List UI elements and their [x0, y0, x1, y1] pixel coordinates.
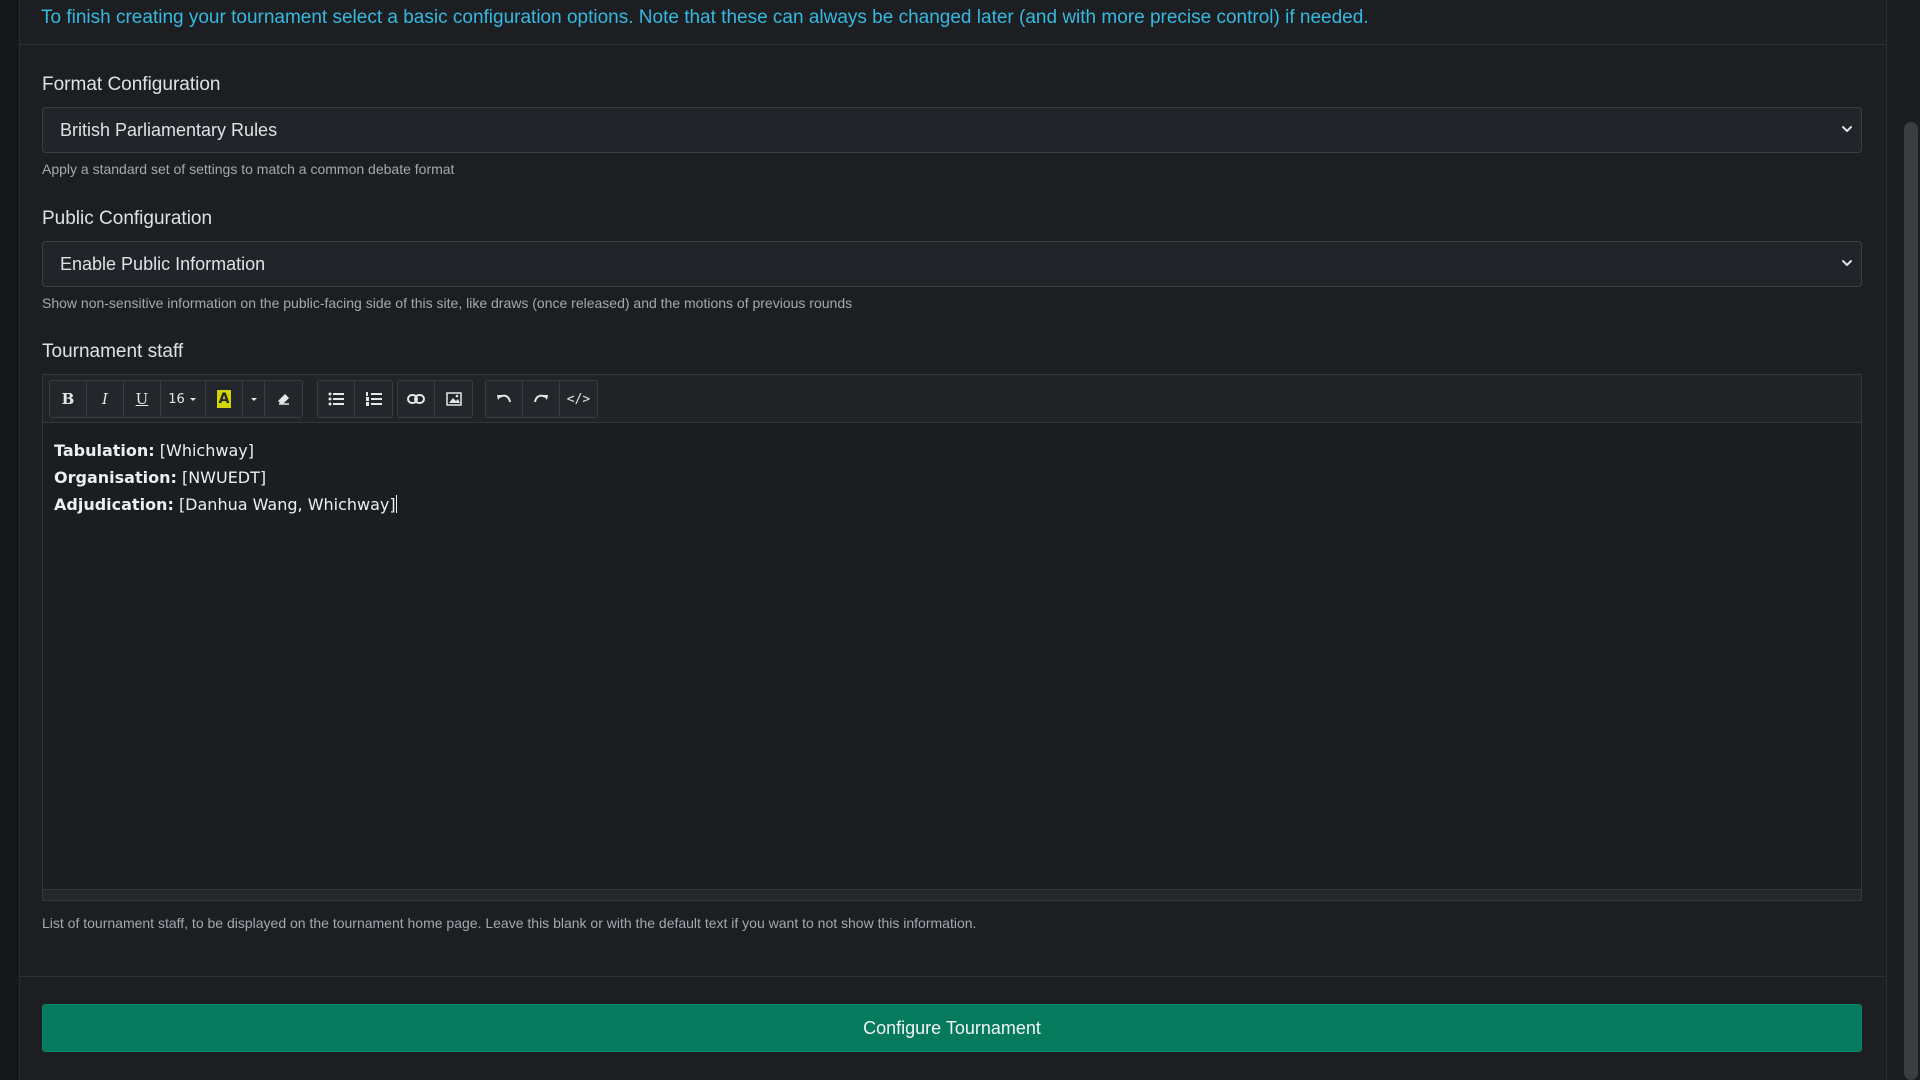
undo-button[interactable]	[486, 381, 523, 417]
numbered-list-button[interactable]	[355, 381, 392, 417]
toolbar-group-insert	[397, 380, 473, 418]
toolbar-group-history: </>	[485, 380, 598, 418]
toolbar-group-style: B I U 16 A	[49, 380, 303, 418]
image-button[interactable]	[435, 381, 472, 417]
footer-divider	[20, 976, 1886, 977]
chevron-down-icon	[1842, 260, 1852, 266]
left-gutter	[0, 0, 20, 1080]
toolbar-group-lists	[317, 380, 393, 418]
bold-button[interactable]: B	[50, 381, 87, 417]
clear-format-button[interactable]	[265, 381, 302, 417]
underline-button[interactable]: U	[124, 381, 161, 417]
editor-resize-handle[interactable]	[43, 889, 1861, 900]
staff-line-key: Tabulation:	[54, 441, 155, 460]
staff-line-key: Organisation:	[54, 468, 177, 487]
chevron-down-icon	[1842, 126, 1852, 132]
page: To finish creating your tournament selec…	[0, 0, 1920, 1080]
intro-banner: To finish creating your tournament selec…	[20, 0, 1886, 45]
redo-button[interactable]	[523, 381, 560, 417]
page-scrollbar[interactable]	[1902, 0, 1920, 1080]
intro-text: To finish creating your tournament selec…	[41, 7, 1369, 28]
font-size-value: 16	[168, 391, 185, 407]
scrollbar-thumb[interactable]	[1904, 122, 1918, 1080]
italic-button[interactable]: I	[87, 381, 124, 417]
bullet-list-button[interactable]	[318, 381, 355, 417]
staff-line-value: [Danhua Wang, Whichway]	[178, 495, 396, 514]
eraser-icon	[277, 394, 289, 405]
staff-line-key: Adjudication:	[54, 495, 174, 514]
format-config-select[interactable]: British Parliamentary Rules	[42, 107, 1862, 153]
numbered-list-icon	[365, 392, 382, 406]
font-size-dropdown[interactable]: 16	[161, 381, 206, 417]
rich-text-editor: B I U 16 A </> Tabulation: [Whichway] Or…	[42, 374, 1862, 901]
editor-toolbar: B I U 16 A </>	[43, 375, 1861, 423]
public-config-select[interactable]: Enable Public Information	[42, 241, 1862, 287]
caret-down-icon	[250, 398, 257, 401]
link-button[interactable]	[398, 381, 435, 417]
undo-icon	[497, 394, 511, 403]
tournament-staff-help: List of tournament staff, to be displaye…	[42, 915, 977, 931]
staff-line-value: [NWUEDT]	[181, 468, 267, 487]
text-color-dropdown[interactable]	[243, 381, 265, 417]
staff-line-adjudication: Adjudication: [Danhua Wang, Whichway]	[54, 491, 1850, 518]
format-config-label: Format Configuration	[42, 74, 221, 95]
public-config-label: Public Configuration	[42, 208, 213, 229]
editor-content[interactable]: Tabulation: [Whichway] Organisation: [NW…	[54, 437, 1850, 518]
tournament-staff-label: Tournament staff	[42, 341, 184, 362]
public-config-help: Show non-sensitive information on the pu…	[42, 295, 853, 311]
redo-icon	[534, 394, 548, 403]
format-config-help: Apply a standard set of settings to matc…	[42, 161, 455, 177]
public-config-value: Enable Public Information	[60, 254, 266, 274]
text-cursor	[395, 495, 397, 513]
caret-down-icon	[189, 398, 196, 401]
configure-tournament-button[interactable]: Configure Tournament	[42, 1004, 1862, 1052]
text-color-button[interactable]: A	[206, 381, 243, 417]
text-color-icon: A	[217, 390, 231, 408]
staff-line-organisation: Organisation: [NWUEDT]	[54, 464, 1850, 491]
bullet-list-icon	[328, 392, 344, 406]
staff-line-tabulation: Tabulation: [Whichway]	[54, 437, 1850, 464]
staff-line-value: [Whichway]	[159, 441, 254, 460]
image-icon	[445, 392, 462, 406]
format-config-value: British Parliamentary Rules	[60, 120, 278, 140]
link-icon	[407, 394, 425, 404]
code-view-button[interactable]: </>	[560, 381, 597, 417]
